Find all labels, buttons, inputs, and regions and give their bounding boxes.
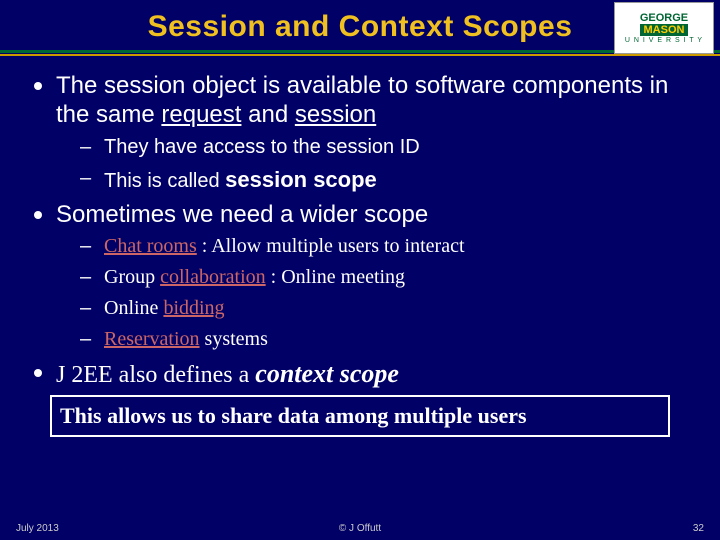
text-fragment: This is called <box>104 170 225 192</box>
bullet-text: The session object is available to softw… <box>56 72 700 130</box>
sub-bullet-text: This is called session scope <box>104 167 377 193</box>
text-fragment: J 2EE also defines a <box>56 362 255 388</box>
bullet-icon <box>34 369 42 377</box>
footer-page-number: 32 <box>693 523 704 534</box>
bullet-item: J 2EE also defines a context scope <box>20 359 700 389</box>
sub-bullet-item: – Group collaboration : Online meeting <box>80 266 700 289</box>
logo-line1: GEORGE <box>640 12 688 24</box>
bullet-text: J 2EE also defines a context scope <box>56 359 399 389</box>
sub-bullet-item: – Reservation systems <box>80 328 700 351</box>
sub-bullet-item: – Chat rooms : Allow multiple users to i… <box>80 235 700 258</box>
callout-box: This allows us to share data among multi… <box>50 395 670 437</box>
logo-line3: U N I V E R S I T Y <box>625 37 703 45</box>
dash-icon: – <box>80 235 98 258</box>
slide-body: The session object is available to softw… <box>0 62 720 437</box>
underline-session: session <box>295 101 376 128</box>
dash-icon: – <box>80 328 98 351</box>
sub-bullet-item: – Online bidding <box>80 297 700 320</box>
text-fragment: and <box>241 101 294 128</box>
highlight-collaboration: collaboration <box>160 266 266 288</box>
slide-title: Session and Context Scopes <box>0 10 720 44</box>
sub-bullet-text: Chat rooms : Allow multiple users to int… <box>104 235 465 258</box>
dash-icon: – <box>80 266 98 289</box>
bullet-item: Sometimes we need a wider scope – Chat r… <box>20 201 700 352</box>
text-fragment: systems <box>200 328 268 350</box>
footer-date: July 2013 <box>16 523 59 534</box>
slide-footer: July 2013 © J Offutt 32 <box>0 523 720 534</box>
sub-bullet-item: – This is called session scope <box>80 167 700 193</box>
divider-gold <box>0 54 720 56</box>
sub-bullet-text: Online bidding <box>104 297 225 320</box>
highlight-reservation: Reservation <box>104 328 200 350</box>
footer-copyright: © J Offutt <box>339 523 381 534</box>
text-fragment: Group <box>104 266 160 288</box>
logo-line2: MASON <box>640 24 689 36</box>
bullet-item: The session object is available to softw… <box>20 72 700 193</box>
bullet-icon <box>34 82 42 90</box>
sub-bullet-text: They have access to the session ID <box>104 136 420 159</box>
sub-bullet-text: Reservation systems <box>104 328 268 351</box>
highlight-chat-rooms: Chat rooms <box>104 235 197 257</box>
university-logo: GEORGE MASON U N I V E R S I T Y <box>614 2 714 54</box>
text-fragment: Online <box>104 297 163 319</box>
highlight-bidding: bidding <box>163 297 224 319</box>
text-fragment: : Allow multiple users to interact <box>197 235 465 257</box>
bullet-icon <box>34 211 42 219</box>
sub-bullet-text: Group collaboration : Online meeting <box>104 266 405 289</box>
sub-bullet-item: – They have access to the session ID <box>80 136 700 159</box>
dash-icon: – <box>80 297 98 320</box>
underline-request: request <box>161 101 241 128</box>
dash-icon: – <box>80 167 98 190</box>
slide-header: Session and Context Scopes GEORGE MASON … <box>0 0 720 62</box>
divider-green <box>0 50 720 53</box>
dash-icon: – <box>80 136 98 159</box>
text-fragment: : Online meeting <box>266 266 405 288</box>
context-scope-emphasis: context scope <box>255 359 399 388</box>
bullet-text: Sometimes we need a wider scope <box>56 201 428 230</box>
bold-session-scope: session scope <box>225 167 377 192</box>
